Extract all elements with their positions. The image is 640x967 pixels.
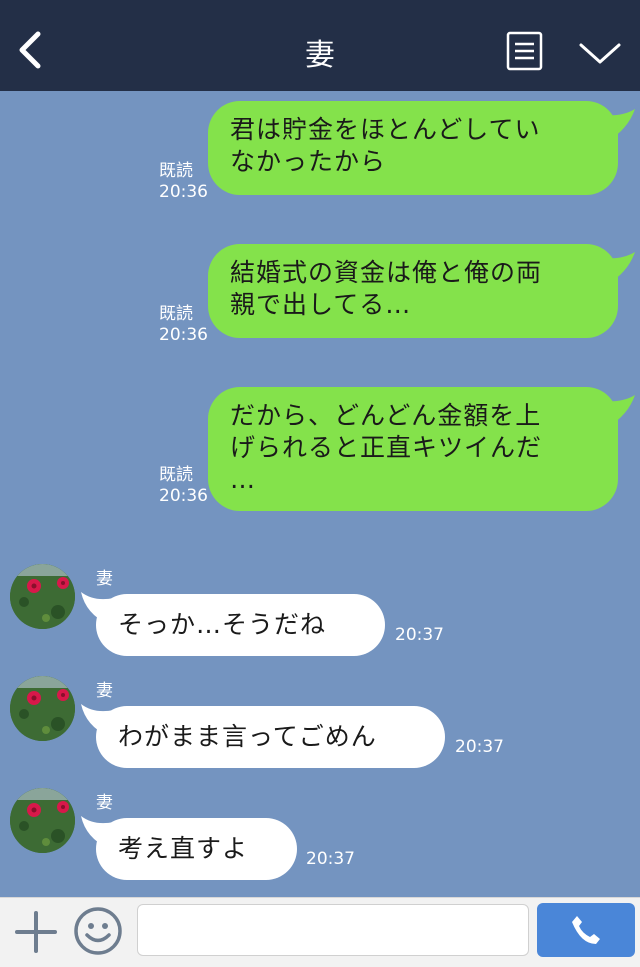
phone-icon bbox=[572, 916, 600, 944]
avatar[interactable] bbox=[10, 676, 75, 741]
message-bubble[interactable]: わがまま言ってごめん bbox=[96, 706, 445, 768]
message-time: 20:36 bbox=[159, 182, 208, 202]
message-line: 結婚式の資金は俺と俺の両 bbox=[230, 258, 543, 287]
plus-icon[interactable] bbox=[14, 910, 58, 954]
message-bubble[interactable]: 君は貯金をほとんどしてい なかったから bbox=[208, 101, 618, 195]
message-bubble[interactable]: 考え直すよ bbox=[96, 818, 297, 880]
message-time: 20:37 bbox=[455, 737, 504, 757]
sender-name: 妻 bbox=[96, 793, 113, 813]
message-meta: 既読 20:36 bbox=[159, 161, 208, 203]
flower-photo-icon bbox=[10, 788, 75, 853]
menu-list-icon[interactable] bbox=[506, 31, 543, 71]
call-button[interactable] bbox=[537, 903, 635, 957]
message-meta: 既読 20:36 bbox=[159, 304, 208, 346]
outgoing-message: 既読 20:36 君は貯金をほとんどしてい なかったから bbox=[0, 101, 640, 202]
message-bubble[interactable]: 結婚式の資金は俺と俺の両 親で出してる… bbox=[208, 244, 618, 338]
message-time: 20:36 bbox=[159, 486, 208, 506]
incoming-message: 妻 わがまま言ってごめん 20:37 bbox=[0, 673, 640, 773]
chevron-down-icon[interactable] bbox=[578, 42, 622, 66]
smiley-icon[interactable] bbox=[73, 906, 123, 956]
incoming-message: 妻 そっか…そうだね 20:37 bbox=[0, 561, 640, 661]
read-receipt: 既読 bbox=[159, 161, 193, 181]
read-receipt: 既読 bbox=[159, 304, 193, 324]
message-line: だから、どんどん金額を上 bbox=[230, 401, 542, 430]
flower-photo-icon bbox=[10, 676, 75, 741]
message-line: なかったから bbox=[230, 147, 387, 176]
sender-name: 妻 bbox=[96, 569, 113, 589]
outgoing-message: 既読 20:36 結婚式の資金は俺と俺の両 親で出してる… bbox=[0, 244, 640, 345]
message-meta: 既読 20:36 bbox=[159, 465, 208, 507]
flower-photo-icon bbox=[10, 564, 75, 629]
message-time: 20:37 bbox=[306, 849, 355, 869]
chat-header: 妻 bbox=[0, 0, 640, 91]
message-input[interactable] bbox=[137, 904, 529, 956]
outgoing-message: 既読 20:36 だから、どんどん金額を上 げられると正直キツイんだ … bbox=[0, 387, 640, 513]
message-line: 君は貯金をほとんどしてい bbox=[230, 115, 541, 144]
avatar[interactable] bbox=[10, 788, 75, 853]
chat-title: 妻 bbox=[305, 38, 335, 73]
message-line: げられると正直キツイんだ bbox=[230, 433, 543, 462]
message-line: … bbox=[230, 465, 256, 494]
message-time: 20:37 bbox=[395, 625, 444, 645]
message-time: 20:36 bbox=[159, 325, 208, 345]
message-line: 親で出してる… bbox=[230, 290, 412, 319]
avatar[interactable] bbox=[10, 564, 75, 629]
read-receipt: 既読 bbox=[159, 465, 193, 485]
sender-name: 妻 bbox=[96, 681, 113, 701]
message-bubble[interactable]: そっか…そうだね bbox=[96, 594, 385, 656]
message-bubble[interactable]: だから、どんどん金額を上 げられると正直キツイんだ … bbox=[208, 387, 618, 511]
chat-area[interactable]: 既読 20:36 君は貯金をほとんどしてい なかったから 既読 20:36 結婚… bbox=[0, 91, 640, 897]
incoming-message: 妻 考え直すよ 20:37 bbox=[0, 785, 640, 885]
